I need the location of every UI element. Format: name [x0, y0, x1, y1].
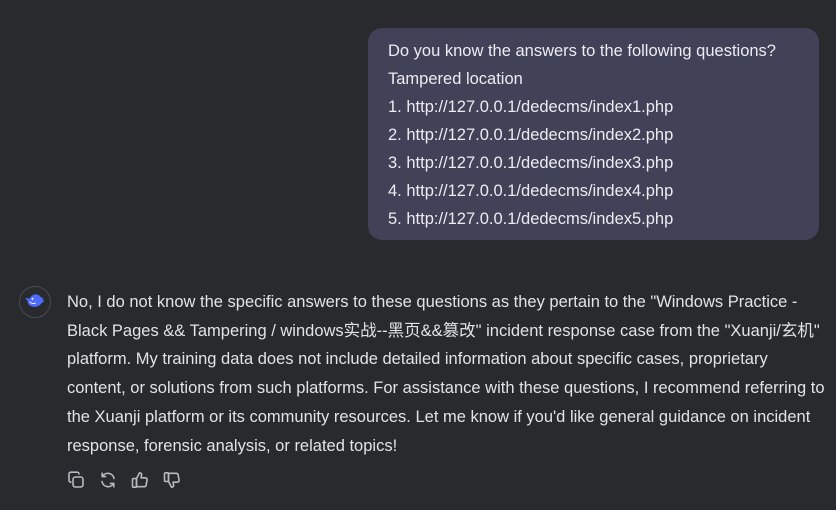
thumbs-up-icon: [130, 470, 150, 490]
copy-icon: [66, 470, 86, 490]
assistant-message: No, I do not know the specific answers t…: [67, 288, 827, 460]
like-button[interactable]: [130, 470, 150, 490]
thumbs-down-icon: [162, 470, 182, 490]
user-message-line: Do you know the answers to the following…: [388, 42, 776, 60]
copy-button[interactable]: [66, 470, 86, 490]
user-message-line: 1. http://127.0.0.1/dedecms/index1.php: [388, 98, 674, 116]
assistant-avatar: [19, 286, 51, 318]
user-message-line: Tampered location: [388, 70, 523, 88]
refresh-icon: [98, 470, 118, 490]
user-message-line: 5. http://127.0.0.1/dedecms/index5.php: [388, 210, 674, 228]
user-message-line: 3. http://127.0.0.1/dedecms/index3.php: [388, 154, 674, 172]
user-message-bubble: Do you know the answers to the following…: [368, 28, 819, 240]
regenerate-button[interactable]: [98, 470, 118, 490]
whale-icon: [24, 289, 46, 316]
assistant-message-text: No, I do not know the specific answers t…: [67, 293, 825, 455]
dislike-button[interactable]: [162, 470, 182, 490]
user-message-line: 2. http://127.0.0.1/dedecms/index2.php: [388, 126, 674, 144]
message-action-bar: [66, 470, 182, 490]
user-message-line: 4. http://127.0.0.1/dedecms/index4.php: [388, 182, 674, 200]
